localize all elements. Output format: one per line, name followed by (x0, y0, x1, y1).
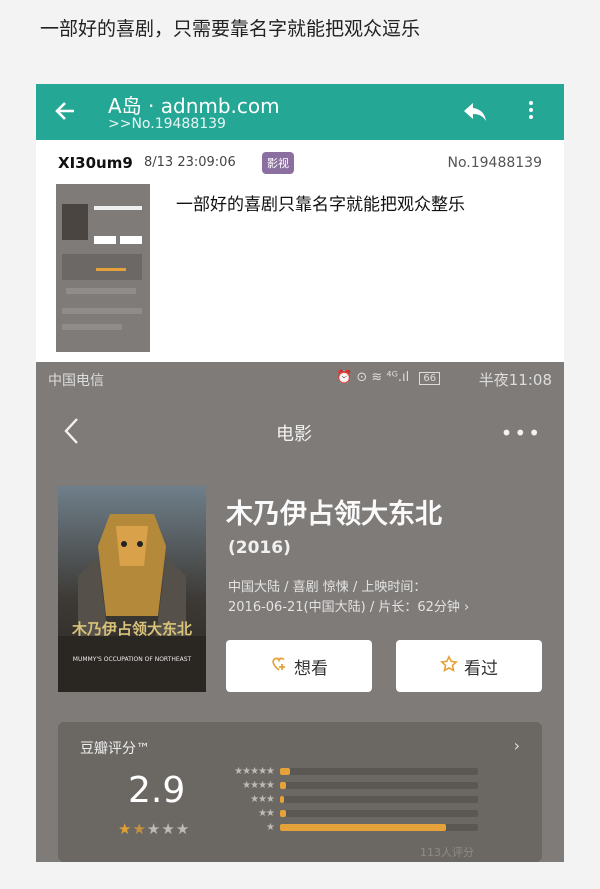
rating-bar-fill (280, 796, 284, 803)
more-horizontal-icon[interactable]: ••• (501, 423, 542, 443)
rating-bar-track (280, 782, 478, 789)
rating-bar-fill (280, 824, 447, 831)
star-outline-icon (439, 654, 459, 678)
battery-icon: 66 (419, 372, 441, 385)
rating-bar-fill (280, 810, 286, 817)
rating-bar-stars: ★ (266, 822, 275, 833)
rating-bar-fill (280, 782, 286, 789)
heart-plus-icon (270, 655, 288, 678)
rating-bar-stars: ★★ (258, 808, 275, 819)
post-number[interactable]: No.19488139 (448, 155, 543, 171)
rating-bar-row: ★★★★★ (216, 766, 478, 777)
rating-bar-row: ★★★ (216, 794, 478, 805)
back-arrow-icon[interactable] (52, 96, 80, 126)
rating-bar-track (280, 768, 478, 775)
post-username[interactable]: XI30um9 (58, 154, 133, 172)
site-title: A岛 · adnmb.com (108, 94, 280, 118)
star-half-icon: ★ (132, 820, 147, 838)
rating-bar-track (280, 810, 478, 817)
want-label: 想看 (294, 658, 328, 679)
rating-score: 2.9 (128, 770, 186, 811)
more-vertical-icon[interactable] (526, 98, 536, 126)
rating-bar-row: ★ (216, 822, 478, 833)
star-icon: ★ (175, 820, 191, 838)
movie-year: (2016) (228, 538, 291, 558)
status-signal-icons: ⏰ ⊙ ≋ ⁴ᴳ.ıl (336, 370, 410, 385)
rating-label: 豆瓣评分™ (80, 741, 150, 757)
embedded-movie-screenshot: 中国电信 ⏰ ⊙ ≋ ⁴ᴳ.ıl 66 半夜11:08 电影 ••• 木乃伊占领… (36, 362, 564, 862)
chevron-right-icon[interactable]: › (514, 736, 520, 755)
poster-subtitle: MUMMY'S OCCUPATION OF NORTHEAST (72, 656, 192, 663)
app-bar: A岛 · adnmb.com >>No.19488139 (36, 84, 564, 140)
post-card: XI30um9 8/13 23:09:06 影视 No.19488139 一部好… (36, 140, 564, 362)
chevron-left-icon[interactable] (62, 416, 82, 446)
rating-stars: ★★★★★ (118, 820, 190, 838)
rating-bar-stars: ★★★★ (242, 780, 275, 791)
want-to-watch-button[interactable]: 想看 (226, 640, 372, 692)
reply-icon[interactable] (462, 100, 488, 124)
movie-meta-line1[interactable]: 中国大陆 / 喜剧 惊悚 / 上映时间： (228, 576, 426, 595)
poster-title: 木乃伊占领大东北 (71, 620, 192, 638)
rating-bar-track (280, 796, 478, 803)
rating-bar-fill (280, 768, 290, 775)
post-timestamp: 8/13 23:09:06 (144, 155, 236, 170)
thread-number: >>No.19488139 (108, 116, 226, 132)
rating-bar-row: ★★ (216, 808, 478, 819)
rating-count: 113人评分 (420, 846, 474, 859)
rating-bar-track (280, 824, 478, 831)
caption-text: 一部好的喜剧，只需要靠名字就能把观众逗乐 (40, 18, 421, 40)
rating-bar-stars: ★★★ (250, 794, 275, 805)
battery-level: 66 (423, 373, 437, 384)
star-icon: ★ (118, 820, 133, 838)
rating-bar-row: ★★★★ (216, 780, 478, 791)
nav-title: 电影 (276, 424, 312, 445)
rating-bar-stars: ★★★★★ (234, 766, 275, 777)
post-image-thumbnail[interactable] (56, 184, 150, 352)
star-icon: ★ (146, 820, 162, 838)
douban-rating-card[interactable]: 豆瓣评分™ › 2.9 ★★★★★ ★★★★★ ★★★★ ★★★ ★★ ★ 113人评分 (58, 722, 542, 862)
post-text: 一部好的喜剧只靠名字就能把观众整乐 (176, 195, 465, 215)
post-tag-badge[interactable]: 影视 (262, 152, 294, 174)
movie-meta-line2[interactable]: 2016-06-21(中国大陆) / 片长：62分钟 › (228, 596, 469, 615)
status-carrier: 中国电信 (48, 373, 104, 389)
movie-poster[interactable]: 木乃伊占领大东北 MUMMY'S OCCUPATION OF NORTHEAST (58, 486, 206, 692)
status-time: 半夜11:08 (478, 371, 552, 389)
status-icons: ⏰ ⊙ ≋ ⁴ᴳ.ıl 66 (336, 370, 441, 385)
watched-button[interactable]: 看过 (396, 640, 542, 692)
movie-title: 木乃伊占领大东北 (226, 499, 442, 530)
star-icon: ★ (161, 820, 176, 838)
seen-label: 看过 (464, 658, 498, 679)
